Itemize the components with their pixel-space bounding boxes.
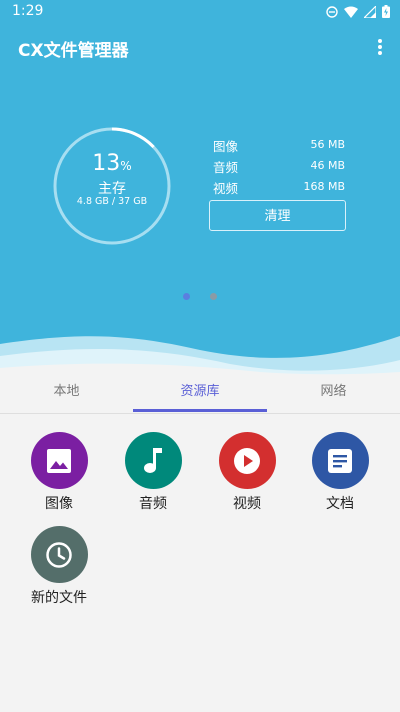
library-item-images[interactable]: 图像 — [19, 432, 99, 513]
stat-value: 168 MB — [303, 180, 345, 193]
storage-size: 4.8 GB / 37 GB — [76, 196, 148, 207]
stat-value: 56 MB — [310, 138, 345, 151]
document-icon — [328, 448, 352, 473]
library-item-label: 新的文件 — [31, 590, 87, 606]
library-item-label: 图像 — [45, 496, 73, 512]
library-item-label: 文档 — [326, 496, 354, 512]
tab-library[interactable]: 资源库 — [133, 375, 267, 413]
library-item-circle — [124, 432, 182, 489]
tab-indicator — [133, 409, 267, 412]
library-item-label: 视频 — [233, 496, 261, 512]
tab-local[interactable]: 本地 — [0, 375, 133, 413]
clean-button[interactable]: 清理 — [209, 200, 346, 231]
library-item-circle — [218, 432, 276, 489]
page-dot[interactable] — [210, 293, 217, 300]
storage-percent-sign: % — [120, 159, 132, 173]
library-item-label: 音频 — [139, 496, 167, 512]
image-icon — [47, 448, 71, 473]
more-vert-icon[interactable] — [372, 36, 388, 58]
battery-icon — [382, 5, 390, 18]
signal-icon — [364, 5, 376, 18]
library-item-recent-files[interactable]: 新的文件 — [19, 526, 99, 607]
wifi-icon — [344, 6, 358, 18]
tab-network[interactable]: 网络 — [267, 375, 400, 413]
stat-name: 视频 — [213, 181, 239, 196]
status-bar: 1:29 — [0, 0, 400, 24]
stat-name: 图像 — [213, 139, 239, 154]
storage-percent-value: 13 — [92, 151, 121, 176]
status-icons — [326, 5, 390, 18]
app-title: CX文件管理器 — [18, 41, 129, 61]
music-note-icon — [144, 447, 162, 473]
stat-value: 46 MB — [310, 159, 345, 172]
play-icon — [234, 447, 260, 474]
storage-percent: 13% — [52, 151, 172, 176]
library-item-audio[interactable]: 音频 — [113, 432, 193, 513]
storage-label: 主存 — [98, 181, 126, 197]
page-dot-active[interactable] — [183, 293, 190, 300]
header-wave-decoration — [0, 336, 400, 375]
status-time: 1:29 — [12, 3, 44, 19]
library-item-documents[interactable]: 文档 — [300, 432, 380, 513]
library-item-circle — [311, 432, 369, 489]
stat-name: 音频 — [213, 160, 239, 175]
do-not-disturb-icon — [326, 5, 338, 18]
storage-header: 1:29 CX文件管理器 13% 主存 4.8 GB / 37 GB 图像 56… — [0, 0, 400, 375]
tab-bar: 本地 资源库 网络 — [0, 375, 400, 414]
library-item-circle — [30, 432, 88, 489]
clock-icon — [46, 541, 72, 568]
library-item-circle — [30, 526, 88, 583]
library-item-video[interactable]: 视频 — [207, 432, 287, 513]
